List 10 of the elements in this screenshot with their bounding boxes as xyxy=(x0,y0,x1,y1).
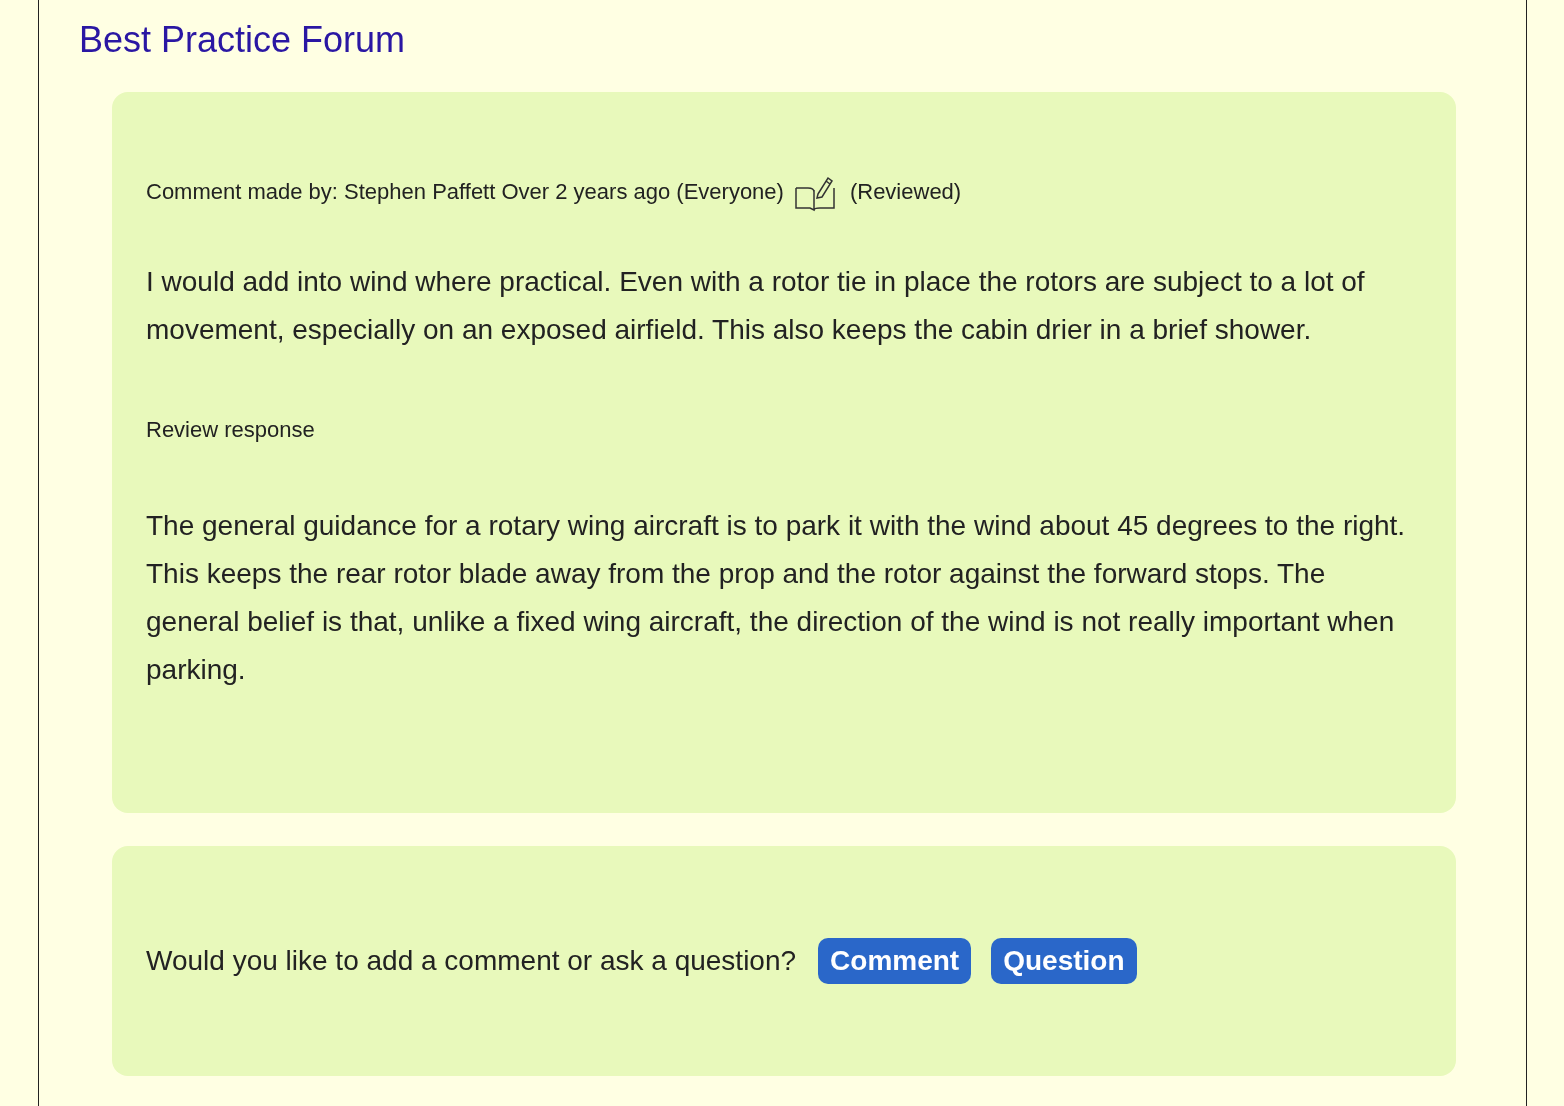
review-status: (Reviewed) xyxy=(849,178,962,206)
review-text: The general guidance for a rotary wing aircraft is to park it with the wind about 45 degrees to the right. This keeps the rear rotor blade away from the prop and the rotor against the forward stops. The general belief is that, unlike a fixed wing aircraft, the direction of the wind is not really important when parking. xyxy=(146,509,1407,687)
comment-meta: Comment made by: Stephen Paffett Over 2 years ago (Everyone) xyxy=(146,178,784,206)
comment-text: I would add into wind where practical. Even with a rotor tie in place the rotors are subject to a lot of movement, especially on an exposed airfield. This also keeps the cabin drier in a brief shower. xyxy=(146,265,1366,347)
action-button[interactable]: Question xyxy=(991,938,1137,984)
action-button[interactable]: Comment xyxy=(818,938,972,984)
review-label: Review response xyxy=(146,416,316,444)
book-pencil-icon xyxy=(793,174,836,212)
forum-title: Best Practice Forum xyxy=(79,18,407,62)
prompt-text: Would you like to add a comment or ask a question? xyxy=(146,945,797,977)
